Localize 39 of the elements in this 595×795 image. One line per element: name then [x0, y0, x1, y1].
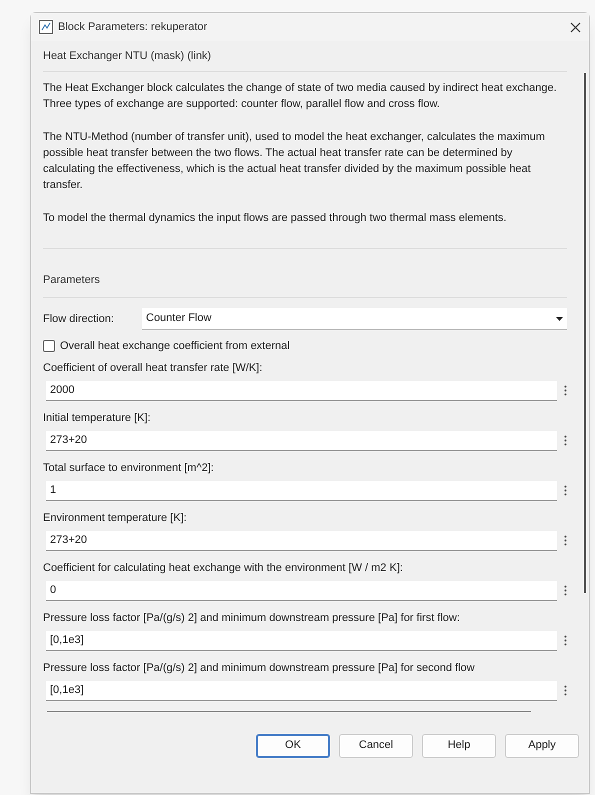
value-field[interactable]: 273+20	[46, 530, 558, 550]
more-options-icon[interactable]	[564, 435, 567, 446]
checkbox[interactable]	[43, 340, 55, 352]
more-options-icon[interactable]	[564, 485, 567, 496]
close-icon[interactable]	[570, 22, 581, 32]
dialog-button[interactable]: Cancel	[339, 734, 413, 758]
flow-direction-dropdown[interactable]: Counter Flow	[142, 308, 567, 330]
dialog-button[interactable]: Help	[422, 734, 496, 758]
value-field[interactable]: 1	[46, 480, 558, 500]
field-label: Pressure loss factor [Pa/(g/s) 2] and minimum downstream pressure [Pa] for first flow:	[43, 610, 461, 624]
value-field[interactable]: [0,1e3]	[46, 630, 558, 650]
description-paragraph: The NTU-Method (number of transfer unit), used to model the heat exchanger, calculates the maximum possible heat transfer between the two flows. The actual heat transfer rate can be determined by calculating the effectiveness, which is the actual heat transfer divided by the maximum possible heat transfer.	[43, 130, 546, 193]
dialog-button[interactable]: Apply	[505, 734, 579, 758]
field-label: Pressure loss factor [Pa/(g/s) 2] and minimum downstream pressure [Pa] for second flow	[43, 660, 476, 674]
dialog-button[interactable]: OK	[256, 734, 330, 758]
app-icon	[39, 20, 53, 34]
caret-icon	[556, 316, 563, 320]
checkbox-label: Overall heat exchange coefficient from external	[60, 339, 290, 354]
field-label: Environment temperature [K]:	[43, 510, 188, 524]
more-options-icon[interactable]	[564, 385, 567, 396]
window-title: Block Parameters: rekuperator	[58, 20, 208, 35]
field-label: Total surface to environment [m^2]:	[43, 460, 215, 474]
more-options-icon[interactable]	[564, 635, 567, 646]
field-label: Coefficient for calculating heat exchange with the environment [W / m2 K]:	[43, 560, 404, 574]
field-label: Coefficient of overall heat transfer rate [W/K]:	[43, 360, 264, 374]
description-paragraph: The Heat Exchanger block calculates the change of state of two media caused by indirect heat exchange. Three types of exchange are supported: counter flow, parallel flow and cross flow.	[43, 81, 558, 112]
field-label: Initial temperature [K]:	[43, 410, 152, 424]
description-paragraph: To model the thermal dynamics the input flows are passed through two thermal mass elements.	[43, 211, 508, 226]
more-options-icon[interactable]	[564, 535, 567, 546]
scroll-thumb[interactable]	[584, 73, 586, 593]
section-title: Parameters	[43, 274, 100, 286]
value-field[interactable]: 273+20	[46, 430, 558, 450]
value-field[interactable]: [0,1e3]	[46, 680, 558, 700]
more-options-icon[interactable]	[564, 585, 567, 596]
value-field[interactable]: 2000	[46, 380, 558, 400]
value-field[interactable]: 0	[46, 580, 558, 600]
more-options-icon[interactable]	[564, 685, 567, 696]
mask-title: Heat Exchanger NTU (mask) (link)	[43, 50, 212, 62]
field-label: Flow direction:	[43, 312, 115, 327]
